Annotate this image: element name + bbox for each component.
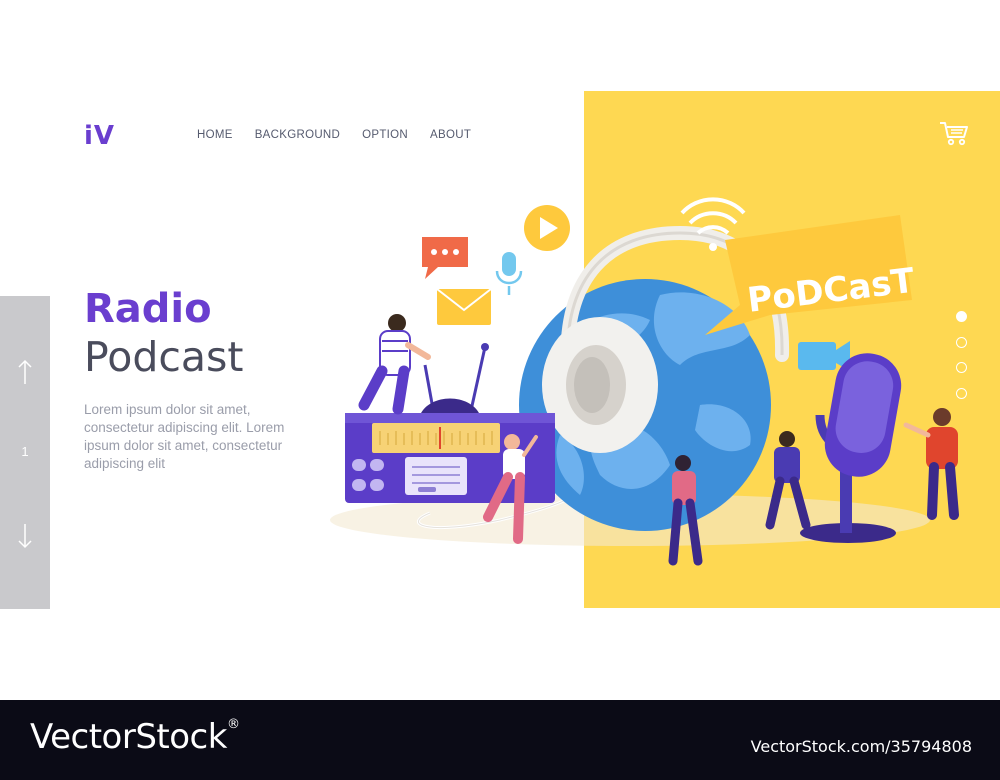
watermark-brand: VectorStock® — [30, 717, 240, 757]
landing-page: iV HOME BACKGROUND OPTION ABOUT 1 Radio … — [0, 0, 1000, 700]
podcast-bubble: PoDCasT — [705, 215, 917, 335]
nav-option[interactable]: OPTION — [362, 129, 408, 141]
nav-about[interactable]: ABOUT — [430, 129, 471, 141]
podcast-illustration: PoDCasT — [330, 197, 959, 566]
person-leaning — [903, 408, 959, 520]
vertical-slider: 1 — [0, 296, 50, 609]
chat-bubble-icon — [422, 237, 468, 279]
person-on-radio — [358, 314, 431, 415]
main-nav: HOME BACKGROUND OPTION ABOUT — [197, 129, 471, 141]
shopping-cart-icon[interactable] — [938, 119, 970, 147]
brand-logo[interactable]: iV — [84, 121, 115, 151]
hero-description: Lorem ipsum dolor sit amet, consectetur … — [84, 402, 285, 471]
envelope-icon — [436, 288, 492, 325]
slide-number: 1 — [21, 444, 29, 459]
microphone-small-icon — [495, 252, 523, 295]
watermark-url: VectorStock.com/35794808 — [750, 737, 972, 756]
hero-title: Radio — [84, 286, 212, 332]
play-icon — [524, 205, 570, 251]
nav-home[interactable]: HOME — [197, 129, 233, 141]
hero-subtitle: Podcast — [84, 333, 244, 381]
arrow-up-icon[interactable] — [16, 358, 34, 386]
nav-background[interactable]: BACKGROUND — [255, 129, 340, 141]
arrow-down-icon[interactable] — [16, 522, 34, 550]
